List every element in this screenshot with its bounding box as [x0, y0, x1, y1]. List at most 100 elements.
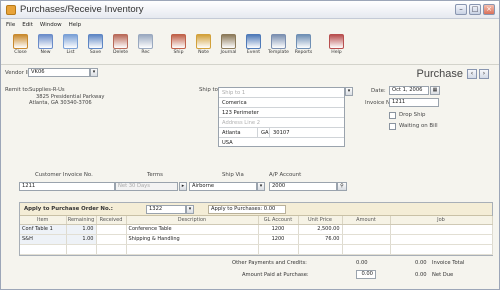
ship-toolbar-button[interactable]: Ship — [167, 31, 190, 63]
ship-to-company-field[interactable]: Comerica — [219, 98, 344, 108]
close-window-button[interactable]: × — [483, 4, 495, 15]
line-items-frame: Apply to Purchase Order No.: 1322 ▾ Appl… — [19, 202, 493, 256]
ship-to-city-field[interactable]: Atlanta — [219, 128, 257, 138]
help-icon — [329, 34, 344, 49]
amount-cell[interactable] — [342, 224, 391, 235]
vendor-id-field[interactable]: VK06 — [28, 68, 90, 77]
gl-account-cell[interactable]: 1200 — [258, 234, 299, 245]
invoice-total-label: Invoice Total — [432, 260, 465, 266]
event-toolbar-button[interactable]: Event — [242, 31, 265, 63]
amount-cell[interactable] — [342, 234, 391, 245]
toolbar-button-label: Ship — [173, 50, 184, 55]
col-header-received: Received — [96, 216, 127, 225]
help-toolbar-button[interactable]: Help — [325, 31, 348, 63]
invoice-no-field[interactable]: 1211 — [389, 98, 439, 107]
net-due-value: 0.00 — [415, 272, 427, 278]
minimize-button[interactable]: – — [455, 4, 467, 15]
ship-to-zip-field[interactable]: 30107 — [269, 128, 344, 138]
close-toolbar-button[interactable]: Close — [9, 31, 32, 63]
remaining-cell[interactable]: 1.00 — [66, 224, 97, 235]
calendar-icon[interactable]: ▦ — [430, 86, 440, 95]
job-cell[interactable] — [390, 234, 493, 245]
toolbar-button-label: Reports — [294, 50, 313, 55]
received-cell[interactable] — [96, 234, 127, 245]
terms-arrow-icon[interactable]: ▸ — [179, 182, 187, 191]
new-toolbar-button[interactable]: New — [34, 31, 57, 63]
rec-toolbar-button[interactable]: Rec — [134, 31, 157, 63]
maximize-button[interactable]: □ — [469, 4, 481, 15]
recur-icon — [138, 34, 153, 49]
received-cell[interactable] — [96, 224, 127, 235]
description-cell[interactable]: Shipping & Handling — [126, 234, 259, 245]
ap-account-lookup-icon[interactable]: ⚲ — [337, 182, 347, 191]
job-cell[interactable] — [390, 224, 493, 235]
terms-field[interactable]: Net 30 Days — [115, 182, 178, 191]
po-dropdown-icon[interactable]: ▾ — [186, 205, 194, 214]
menu-file[interactable]: File — [6, 20, 15, 30]
po-number-field[interactable]: 1322 — [146, 205, 186, 214]
unit-price-cell[interactable]: 76.00 — [298, 234, 343, 245]
title-bar: Purchases/Receive Inventory – □ × — [1, 1, 499, 19]
terms-label: Terms — [147, 172, 163, 178]
ship-via-dropdown-icon[interactable]: ▾ — [257, 182, 265, 191]
save-icon — [88, 34, 103, 49]
event-icon — [246, 34, 261, 49]
reports-toolbar-button[interactable]: Reports — [292, 31, 315, 63]
toolbar-button-label: Save — [89, 50, 102, 55]
next-record-button[interactable]: › — [479, 69, 489, 79]
customer-invoice-field[interactable]: 1211 — [19, 182, 115, 191]
menu-help[interactable]: Help — [69, 20, 82, 30]
invoice-total-value: 0.00 — [415, 260, 427, 266]
reports-icon — [296, 34, 311, 49]
item-cell[interactable]: Conf Table 1 — [20, 224, 67, 235]
ship-to-address2-field[interactable]: Address Line 2 — [219, 118, 344, 128]
menu-window[interactable]: Window — [40, 20, 62, 30]
ap-account-field[interactable]: 2000 — [269, 182, 337, 191]
waiting-on-bill-checkbox[interactable] — [389, 123, 396, 130]
ship-to-country-field[interactable]: USA — [219, 138, 344, 148]
date-field[interactable]: Oct 1, 2006 — [389, 86, 429, 95]
toolbar-button-label: Delete — [112, 50, 129, 55]
description-cell[interactable]: Conference Table — [126, 224, 259, 235]
col-header-unit-price: Unit Price — [298, 216, 343, 225]
drop-ship-label: Drop Ship — [399, 112, 426, 118]
apply-po-label: Apply to Purchase Order No.: — [24, 206, 113, 212]
ship-to-name-field[interactable]: Ship to 1 — [219, 88, 344, 98]
menu-edit[interactable]: Edit — [22, 20, 33, 30]
table-row[interactable]: Conf Table 1 1.00 Conference Table 1200 … — [20, 224, 493, 235]
ship-via-field[interactable]: Airborne — [189, 182, 257, 191]
window-title: Purchases/Receive Inventory — [20, 4, 144, 15]
gl-account-cell[interactable]: 1200 — [258, 224, 299, 235]
toolbar-button-label: Journal — [220, 50, 237, 55]
delete-icon — [113, 34, 128, 49]
list-icon — [63, 34, 78, 49]
ship-to-state-field[interactable]: GA — [257, 128, 269, 138]
apply-to-purchases-tab[interactable]: Apply to Purchases: 0.00 — [208, 205, 286, 214]
customer-invoice-label: Customer Invoice No. — [35, 172, 93, 178]
unit-price-cell[interactable]: 2,500.00 — [298, 224, 343, 235]
drop-ship-checkbox[interactable] — [389, 112, 396, 119]
remaining-cell[interactable]: 1.00 — [66, 234, 97, 245]
journal-toolbar-button[interactable]: Journal — [217, 31, 240, 63]
form-title: Purchase — [416, 68, 463, 80]
note-toolbar-button[interactable]: Note — [192, 31, 215, 63]
table-row[interactable] — [20, 244, 493, 255]
item-cell[interactable]: S&H — [20, 234, 67, 245]
table-row[interactable]: S&H 1.00 Shipping & Handling 1200 76.00 — [20, 234, 493, 245]
template-toolbar-button[interactable]: Template — [267, 31, 290, 63]
ship-to-dropdown-icon[interactable]: ▾ — [345, 87, 353, 96]
delete-toolbar-button[interactable]: Delete — [109, 31, 132, 63]
purchase-window: Purchases/Receive Inventory – □ × File E… — [0, 0, 500, 290]
save-toolbar-button[interactable]: Save — [84, 31, 107, 63]
list-toolbar-button[interactable]: List — [59, 31, 82, 63]
note-icon — [196, 34, 211, 49]
template-icon — [271, 34, 286, 49]
prev-record-button[interactable]: ‹ — [467, 69, 477, 79]
ship-to-address1-field[interactable]: 123 Perimeter — [219, 108, 344, 118]
amount-paid-label: Amount Paid at Purchase: — [242, 272, 309, 278]
vendor-lookup-icon[interactable]: ▾ — [90, 68, 98, 77]
col-header-item: Item — [20, 216, 67, 225]
ship-via-label: Ship Via — [222, 172, 244, 178]
line-items-table: Item Remaining Received Description GL A… — [20, 216, 493, 255]
amount-paid-field[interactable]: 0.00 — [356, 270, 376, 279]
